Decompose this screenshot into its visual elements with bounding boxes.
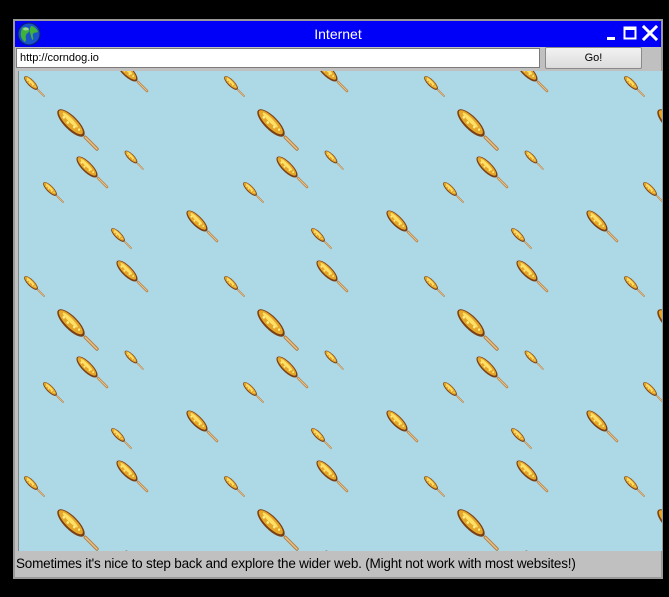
title-bar[interactable]: Internet [15,21,661,47]
status-bar: Sometimes it's nice to step back and exp… [15,553,661,575]
minimize-icon[interactable] [603,24,621,42]
close-icon[interactable] [641,24,659,42]
go-button[interactable]: Go! [545,47,642,69]
maximize-icon[interactable] [621,24,639,42]
url-input[interactable] [16,48,540,68]
corndog-pattern [19,71,662,551]
address-bar: Go! [15,47,661,71]
browser-window: Internet Go! [13,19,663,579]
window-title: Internet [314,26,362,42]
status-text: Sometimes it's nice to step back and exp… [16,556,576,571]
web-page-viewport[interactable] [18,71,662,551]
